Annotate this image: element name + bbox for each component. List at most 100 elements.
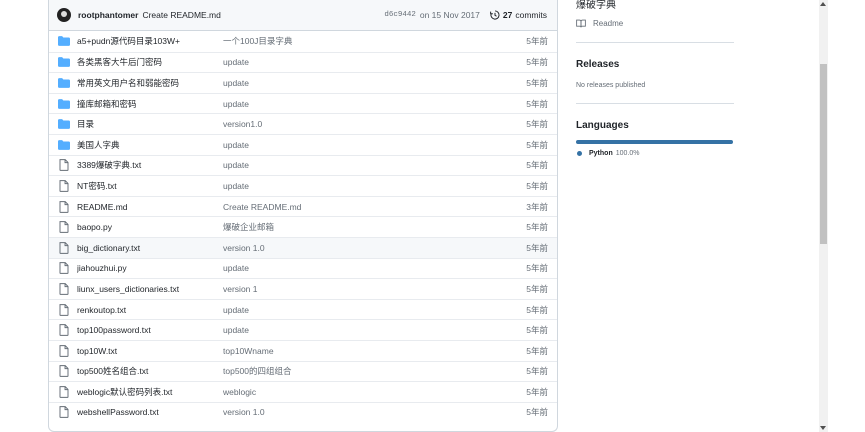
file-commit-message[interactable]: version1.0 — [223, 119, 463, 129]
file-row[interactable]: jiahouzhui.py update 5年前 — [49, 257, 557, 279]
file-commit-message[interactable]: update — [223, 99, 463, 109]
file-commit-message[interactable]: Create README.md — [223, 202, 463, 212]
folder-icon — [58, 118, 70, 130]
file-name-link[interactable]: 目录 — [77, 118, 223, 130]
commit-message[interactable]: Create README.md — [142, 10, 220, 20]
file-row[interactable]: top100password.txt update 5年前 — [49, 319, 557, 340]
file-name-link[interactable]: big_dictionary.txt — [77, 243, 223, 253]
file-name-link[interactable]: 各类黑客大牛后门密码 — [77, 56, 223, 68]
file-icon — [58, 324, 70, 336]
language-bar[interactable] — [576, 140, 733, 144]
file-row[interactable]: renkoutop.txt update 5年前 — [49, 298, 557, 320]
file-commit-date: 5年前 — [526, 180, 548, 191]
file-name-link[interactable]: top10W.txt — [77, 346, 223, 356]
file-commit-date: 5年前 — [526, 263, 548, 274]
file-icon — [58, 200, 70, 213]
file-name-link[interactable]: liunx_users_dictionaries.txt — [77, 284, 223, 294]
file-name-link[interactable]: README.md — [77, 202, 223, 212]
file-commit-message[interactable]: update — [223, 140, 463, 150]
file-name-link[interactable]: jiahouzhui.py — [77, 263, 223, 273]
file-commit-date: 5年前 — [526, 77, 548, 88]
file-name-link[interactable]: baopo.py — [77, 222, 223, 232]
file-row[interactable]: baopo.py 爆破企业邮箱 5年前 — [49, 216, 557, 237]
file-commit-date: 5年前 — [526, 366, 548, 377]
file-name-link[interactable]: weblogic默认密码列表.txt — [77, 386, 223, 398]
file-commit-message[interactable]: weblogic — [223, 387, 463, 397]
file-commit-message[interactable]: update — [223, 78, 463, 88]
file-row[interactable]: big_dictionary.txt version 1.0 5年前 — [49, 236, 557, 258]
file-commit-date: 5年前 — [526, 407, 548, 418]
file-commit-message[interactable]: 一个100J目录字典 — [223, 35, 463, 47]
file-name-link[interactable]: NT密码.txt — [77, 180, 223, 192]
file-icon — [58, 406, 70, 419]
history-icon — [490, 10, 500, 20]
file-commit-date: 5年前 — [526, 36, 548, 47]
file-row[interactable]: 3389爆破字典.txt update 5年前 — [49, 154, 557, 176]
divider — [576, 103, 734, 104]
file-commit-date: 5年前 — [526, 98, 548, 109]
file-commit-date: 5年前 — [526, 345, 548, 356]
file-row[interactable]: 撞库邮箱和密码 update 5年前 — [49, 92, 557, 114]
page-scrollbar[interactable] — [819, 0, 828, 432]
file-commit-message[interactable]: top10Wname — [223, 346, 463, 356]
file-row[interactable]: weblogic默认密码列表.txt weblogic 5年前 — [49, 381, 557, 402]
file-row[interactable]: a5+pudn源代码目录103W+ 一个100J目录字典 5年前 — [49, 31, 557, 52]
file-name-link[interactable]: a5+pudn源代码目录103W+ — [77, 35, 223, 47]
file-commit-message[interactable]: update — [223, 325, 463, 335]
file-row[interactable]: top10W.txt top10Wname 5年前 — [49, 339, 557, 361]
file-name-link[interactable]: webshellPassword.txt — [77, 407, 223, 417]
language-item-python[interactable]: Python 100.0% — [577, 150, 639, 157]
file-commit-message[interactable]: update — [223, 57, 463, 67]
file-row[interactable]: top500姓名组合.txt top500的四组组合 5年前 — [49, 360, 557, 382]
commit-date: on 15 Nov 2017 — [419, 10, 480, 20]
file-name-link[interactable]: 常用英文用户名和弱能密码 — [77, 77, 223, 89]
file-name-link[interactable]: 美国人字典 — [77, 139, 223, 151]
releases-heading[interactable]: Releases — [576, 59, 619, 70]
scroll-up-arrow-icon[interactable] — [820, 2, 826, 6]
file-row[interactable]: NT密码.txt update 5年前 — [49, 175, 557, 196]
file-row[interactable]: webshellPassword.txt version 1.0 5年前 — [49, 401, 557, 423]
scroll-thumb[interactable] — [820, 64, 827, 244]
language-color-dot — [577, 151, 582, 156]
file-commit-message[interactable]: version 1.0 — [223, 243, 463, 253]
file-commit-message[interactable]: version 1.0 — [223, 407, 463, 417]
commit-sha[interactable]: d6c9442 — [384, 11, 416, 19]
file-name-link[interactable]: 3389爆破字典.txt — [77, 159, 223, 171]
file-commit-date: 5年前 — [526, 57, 548, 68]
file-commit-message[interactable]: 爆破企业邮箱 — [223, 221, 463, 233]
file-row[interactable]: README.md Create README.md 3年前 — [49, 195, 557, 217]
file-commit-date: 5年前 — [526, 139, 548, 150]
divider — [576, 42, 734, 43]
file-name-link[interactable]: 撞库邮箱和密码 — [77, 98, 223, 110]
file-row[interactable]: 目录 version1.0 5年前 — [49, 113, 557, 134]
languages-heading: Languages — [576, 120, 629, 131]
scroll-down-arrow-icon[interactable] — [820, 426, 826, 430]
file-commit-message[interactable]: update — [223, 263, 463, 273]
file-icon — [58, 159, 70, 172]
file-row[interactable]: 常用英文用户名和弱能密码 update 5年前 — [49, 72, 557, 93]
folder-icon — [58, 98, 70, 110]
file-commit-message[interactable]: update — [223, 181, 463, 191]
file-name-link[interactable]: top100password.txt — [77, 325, 223, 335]
file-commit-date: 5年前 — [526, 242, 548, 253]
commit-author[interactable]: rootphantomer — [78, 10, 138, 20]
releases-text: No releases published — [576, 82, 646, 89]
commit-history-link[interactable]: 27 commits — [490, 10, 547, 20]
file-commit-message[interactable]: version 1 — [223, 284, 463, 294]
file-name-link[interactable]: top500姓名组合.txt — [77, 365, 223, 377]
file-commit-message[interactable]: top500的四组组合 — [223, 365, 463, 377]
file-icon — [58, 180, 70, 192]
file-commit-message[interactable]: update — [223, 160, 463, 170]
file-commit-message[interactable]: update — [223, 305, 463, 315]
readme-link[interactable]: Readme — [576, 19, 623, 28]
file-name-link[interactable]: renkoutop.txt — [77, 305, 223, 315]
file-icon — [58, 386, 70, 398]
file-row[interactable]: liunx_users_dictionaries.txt version 1 5年前 — [49, 278, 557, 299]
file-row[interactable]: 各类黑客大牛后门密码 update 5年前 — [49, 51, 557, 73]
book-icon — [576, 19, 586, 28]
commit-count-label: commits — [515, 10, 547, 20]
avatar[interactable] — [57, 8, 71, 22]
file-icon — [58, 365, 70, 378]
file-commit-date: 5年前 — [526, 283, 548, 294]
file-row[interactable]: 美国人字典 update 5年前 — [49, 133, 557, 155]
